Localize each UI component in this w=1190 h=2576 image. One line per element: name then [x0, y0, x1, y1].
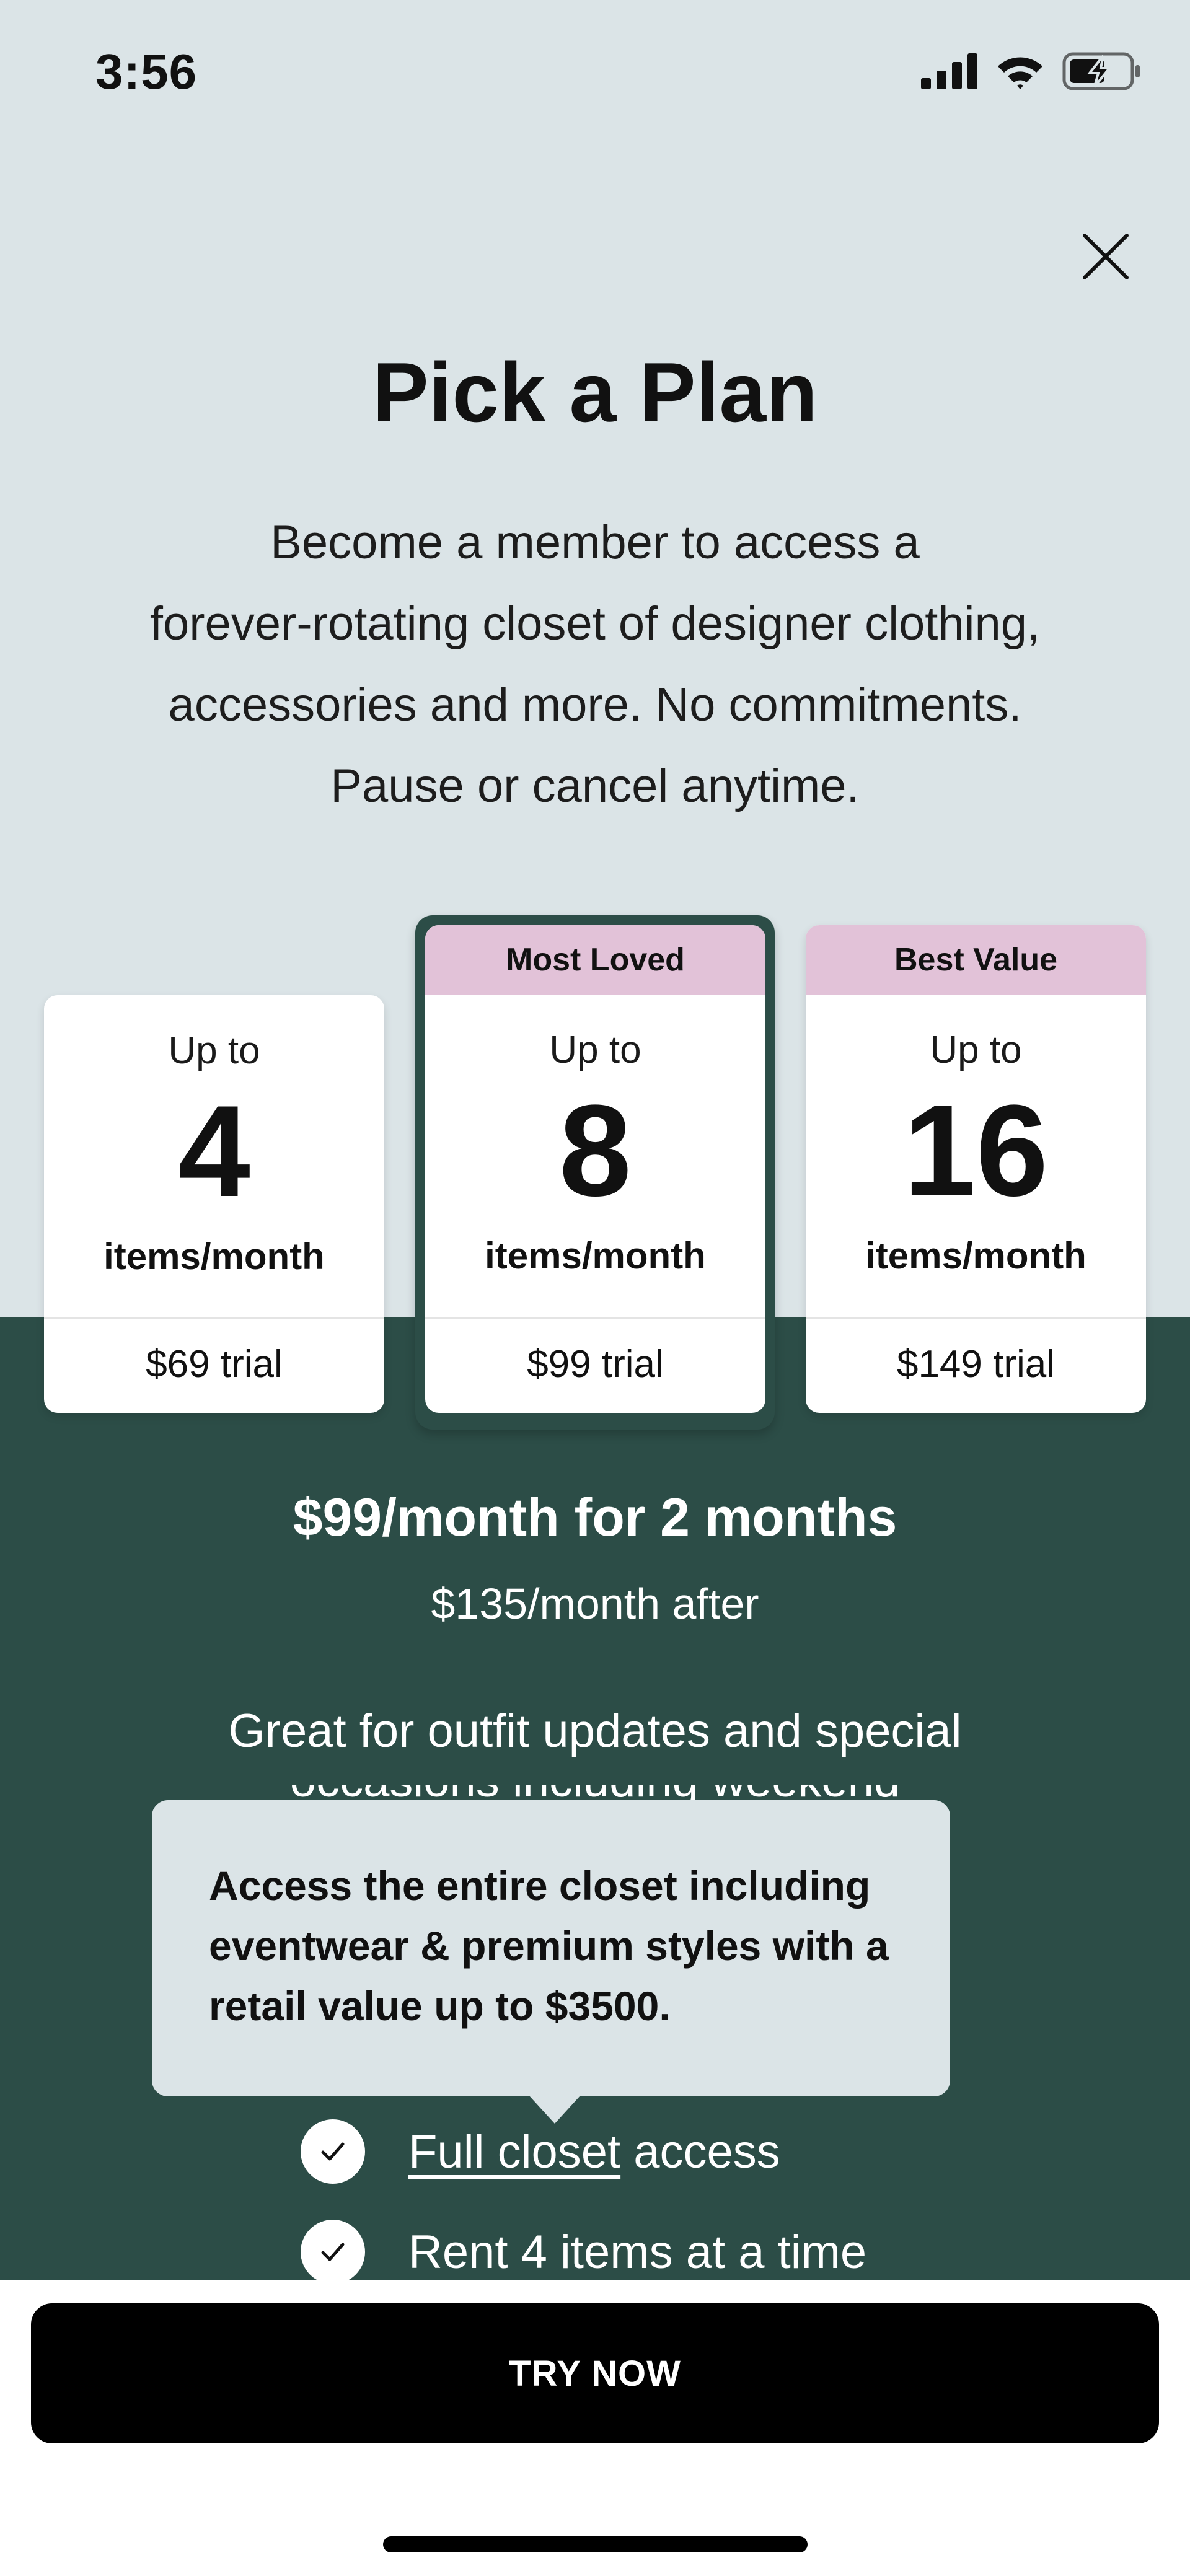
- close-icon[interactable]: [1078, 229, 1133, 284]
- status-time: 3:56: [95, 44, 198, 99]
- plan-price: $99 trial: [527, 1343, 664, 1386]
- home-indicator: [383, 2536, 808, 2552]
- check-icon: [301, 2119, 365, 2184]
- plan-card-16-items[interactable]: Best Value Up to 16 items/month $149 tri…: [806, 925, 1146, 1413]
- feature-label-rest: access: [620, 2125, 780, 2178]
- promo-after-price: $135/month after: [431, 1580, 759, 1628]
- plan-up-to-label: Up to: [168, 1029, 260, 1072]
- plan-badge: Best Value: [806, 925, 1146, 995]
- full-closet-tooltip: Access the entire closet including event…: [152, 1800, 950, 2124]
- plan-unit-label: items/month: [865, 1235, 1086, 1277]
- feature-label: Rent 4 items at a time: [408, 2225, 867, 2279]
- description-line: forever-rotating closet of designer clot…: [149, 597, 1041, 650]
- feature-label: Full closet access: [408, 2125, 780, 2179]
- plan-card-8-items[interactable]: Most Loved Up to 8 items/month $99 trial: [425, 925, 765, 1413]
- plan-unit-label: items/month: [485, 1235, 706, 1277]
- card-divider: [44, 1317, 384, 1319]
- card-divider: [806, 1317, 1146, 1319]
- plan-price: $149 trial: [896, 1343, 1056, 1386]
- description-line: Become a member to access a: [270, 516, 920, 569]
- check-icon: [301, 2220, 365, 2284]
- plan-up-to-label: Up to: [549, 1029, 641, 1071]
- wifi-icon: [998, 57, 1042, 89]
- plan-description-line: Great for outfit updates and special: [228, 1705, 962, 1757]
- plan-up-to-label: Up to: [930, 1029, 1022, 1071]
- feature-item-rent-items: Rent 4 items at a time: [301, 2220, 866, 2284]
- full-closet-link[interactable]: Full closet: [408, 2125, 620, 2178]
- battery-charging-icon: [1062, 52, 1140, 90]
- status-icons: [921, 52, 1142, 90]
- plan-price: $69 trial: [146, 1343, 283, 1386]
- plan-badge: Most Loved: [425, 925, 765, 995]
- plan-item-count: 16: [903, 1078, 1049, 1223]
- plan-item-count: 8: [559, 1078, 632, 1223]
- card-divider: [425, 1317, 765, 1319]
- description-line: accessories and more. No commitments.: [168, 679, 1022, 731]
- try-now-button[interactable]: TRY NOW: [31, 2303, 1159, 2443]
- tooltip-text: Access the entire closet including event…: [209, 1863, 889, 2029]
- plan-unit-label: items/month: [104, 1236, 325, 1277]
- feature-item-full-closet: Full closet access: [301, 2119, 780, 2184]
- signal-icon: [921, 53, 977, 89]
- page-description: Become a member to access a forever-rota…: [93, 502, 1097, 827]
- plan-card-4-items[interactable]: Up to 4 items/month $69 trial: [44, 995, 384, 1413]
- page-title: Pick a Plan: [372, 345, 818, 439]
- plan-item-count: 4: [178, 1078, 250, 1224]
- description-line: Pause or cancel anytime.: [330, 760, 860, 812]
- promo-price: $99/month for 2 months: [293, 1488, 897, 1547]
